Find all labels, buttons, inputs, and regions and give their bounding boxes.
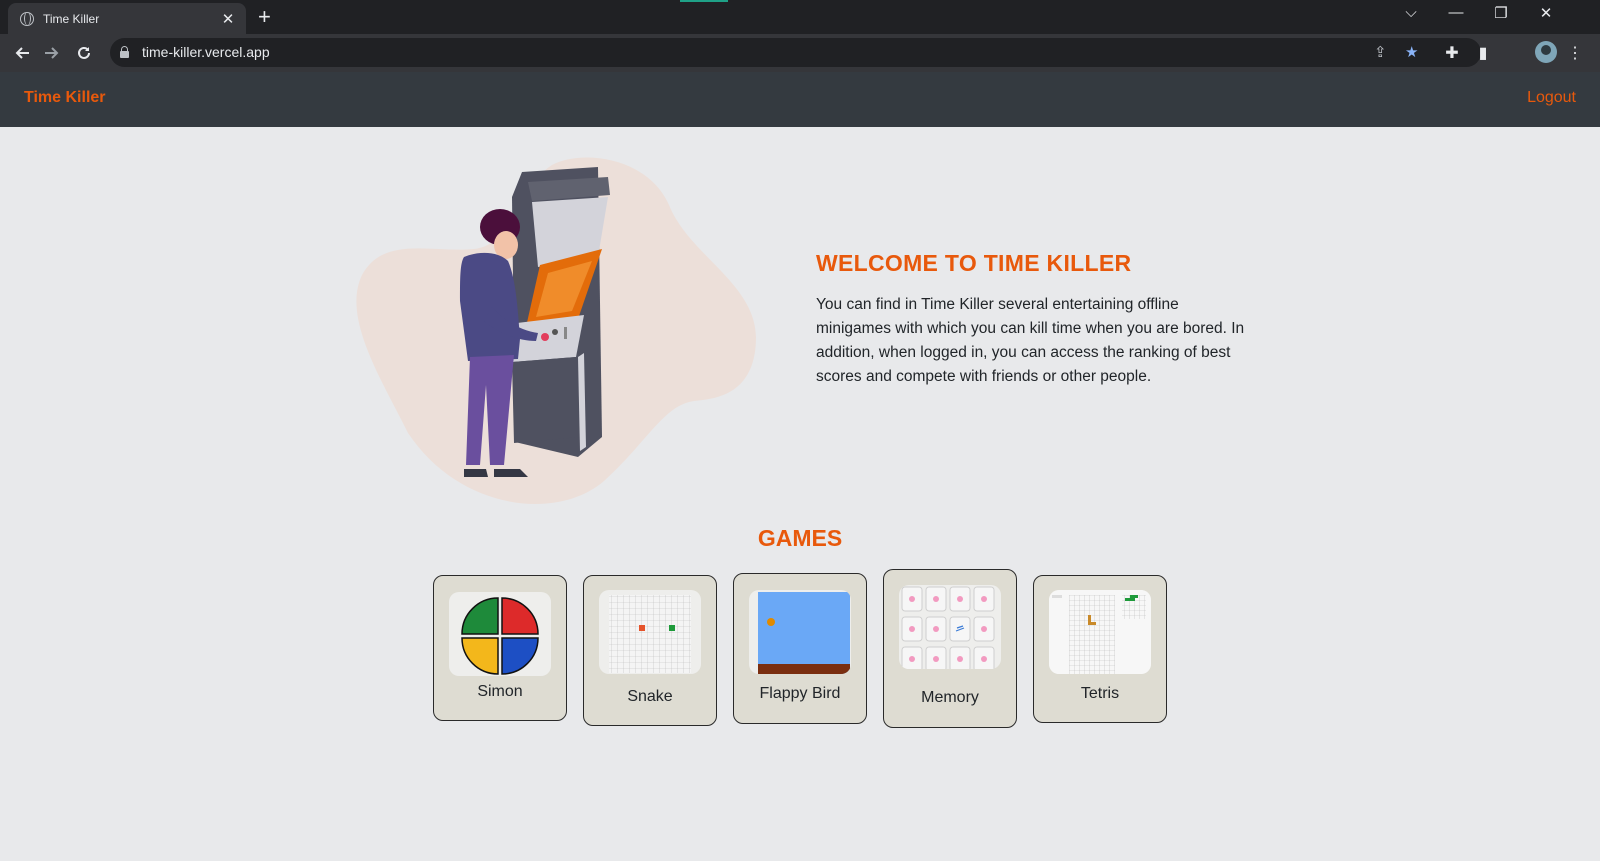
game-name-memory: Memory — [921, 689, 979, 706]
kebab-menu-icon[interactable]: ⋮ — [1567, 43, 1583, 63]
brand-link[interactable]: Time Killer — [24, 89, 106, 107]
browser-tab[interactable]: Time Killer ✕ — [8, 3, 246, 34]
url-text: time-killer.vercel.app — [142, 44, 270, 60]
welcome-heading: WELCOME TO TIME KILLER — [816, 250, 1132, 276]
game-name-flappy-bird: Flappy Bird — [759, 685, 841, 702]
bookmark-star-icon[interactable]: ★ — [1405, 43, 1418, 61]
lock-icon[interactable] — [120, 46, 129, 58]
game-name-simon: Simon — [477, 683, 523, 700]
tab-strip-accent — [680, 0, 728, 2]
simon-thumbnail — [449, 592, 551, 676]
game-name-snake: Snake — [627, 688, 673, 705]
game-card-snake[interactable]: Snake — [583, 575, 717, 726]
side-panel-icon[interactable]: ▮ — [1472, 43, 1494, 63]
restore-button[interactable]: ❐ — [1481, 4, 1521, 22]
logout-link[interactable]: Logout — [1527, 89, 1576, 107]
snake-thumbnail — [599, 590, 701, 674]
profile-avatar[interactable] — [1535, 41, 1557, 63]
welcome-description: You can find in Time Killer several ente… — [816, 296, 1245, 385]
browser-toolbar: time-killer.vercel.app ⇪ ★ ✚ ▮ ⋮ — [0, 34, 1600, 72]
arcade-illustration — [352, 157, 788, 552]
reload-icon[interactable] — [70, 40, 98, 66]
back-arrow-icon[interactable] — [8, 40, 36, 66]
game-card-simon[interactable]: Simon — [433, 575, 567, 721]
page-content: Time Killer Logout WELCOME TO TIME KILLE… — [0, 72, 1600, 861]
flappy-bird-thumbnail — [749, 590, 851, 674]
memory-thumbnail — [899, 585, 1001, 669]
app-navbar: Time Killer Logout — [0, 72, 1600, 127]
extensions-icon[interactable]: ✚ — [1441, 43, 1463, 63]
forward-arrow-icon[interactable] — [38, 40, 66, 66]
tab-title: Time Killer — [43, 11, 100, 26]
browser-tab-strip: Time Killer ✕ + ⌵ — ❐ ✕ — [0, 0, 1600, 34]
address-bar[interactable]: time-killer.vercel.app ⇪ ★ — [110, 38, 1481, 67]
close-window-button[interactable]: ✕ — [1526, 4, 1566, 22]
share-icon[interactable]: ⇪ — [1374, 43, 1387, 61]
game-name-tetris: Tetris — [1080, 685, 1120, 702]
tab-search-icon[interactable]: ⌵ — [1391, 4, 1431, 21]
game-card-flappy-bird[interactable]: Flappy Bird — [733, 573, 867, 724]
minimize-button[interactable]: — — [1436, 4, 1476, 21]
game-card-memory[interactable]: Memory — [883, 569, 1017, 728]
games-heading: GAMES — [757, 525, 843, 551]
tab-close-icon[interactable]: ✕ — [220, 10, 236, 28]
globe-icon — [20, 11, 34, 26]
tetris-thumbnail — [1049, 590, 1151, 674]
game-card-tetris[interactable]: Tetris — [1033, 575, 1167, 723]
new-tab-button[interactable]: + — [258, 4, 271, 30]
